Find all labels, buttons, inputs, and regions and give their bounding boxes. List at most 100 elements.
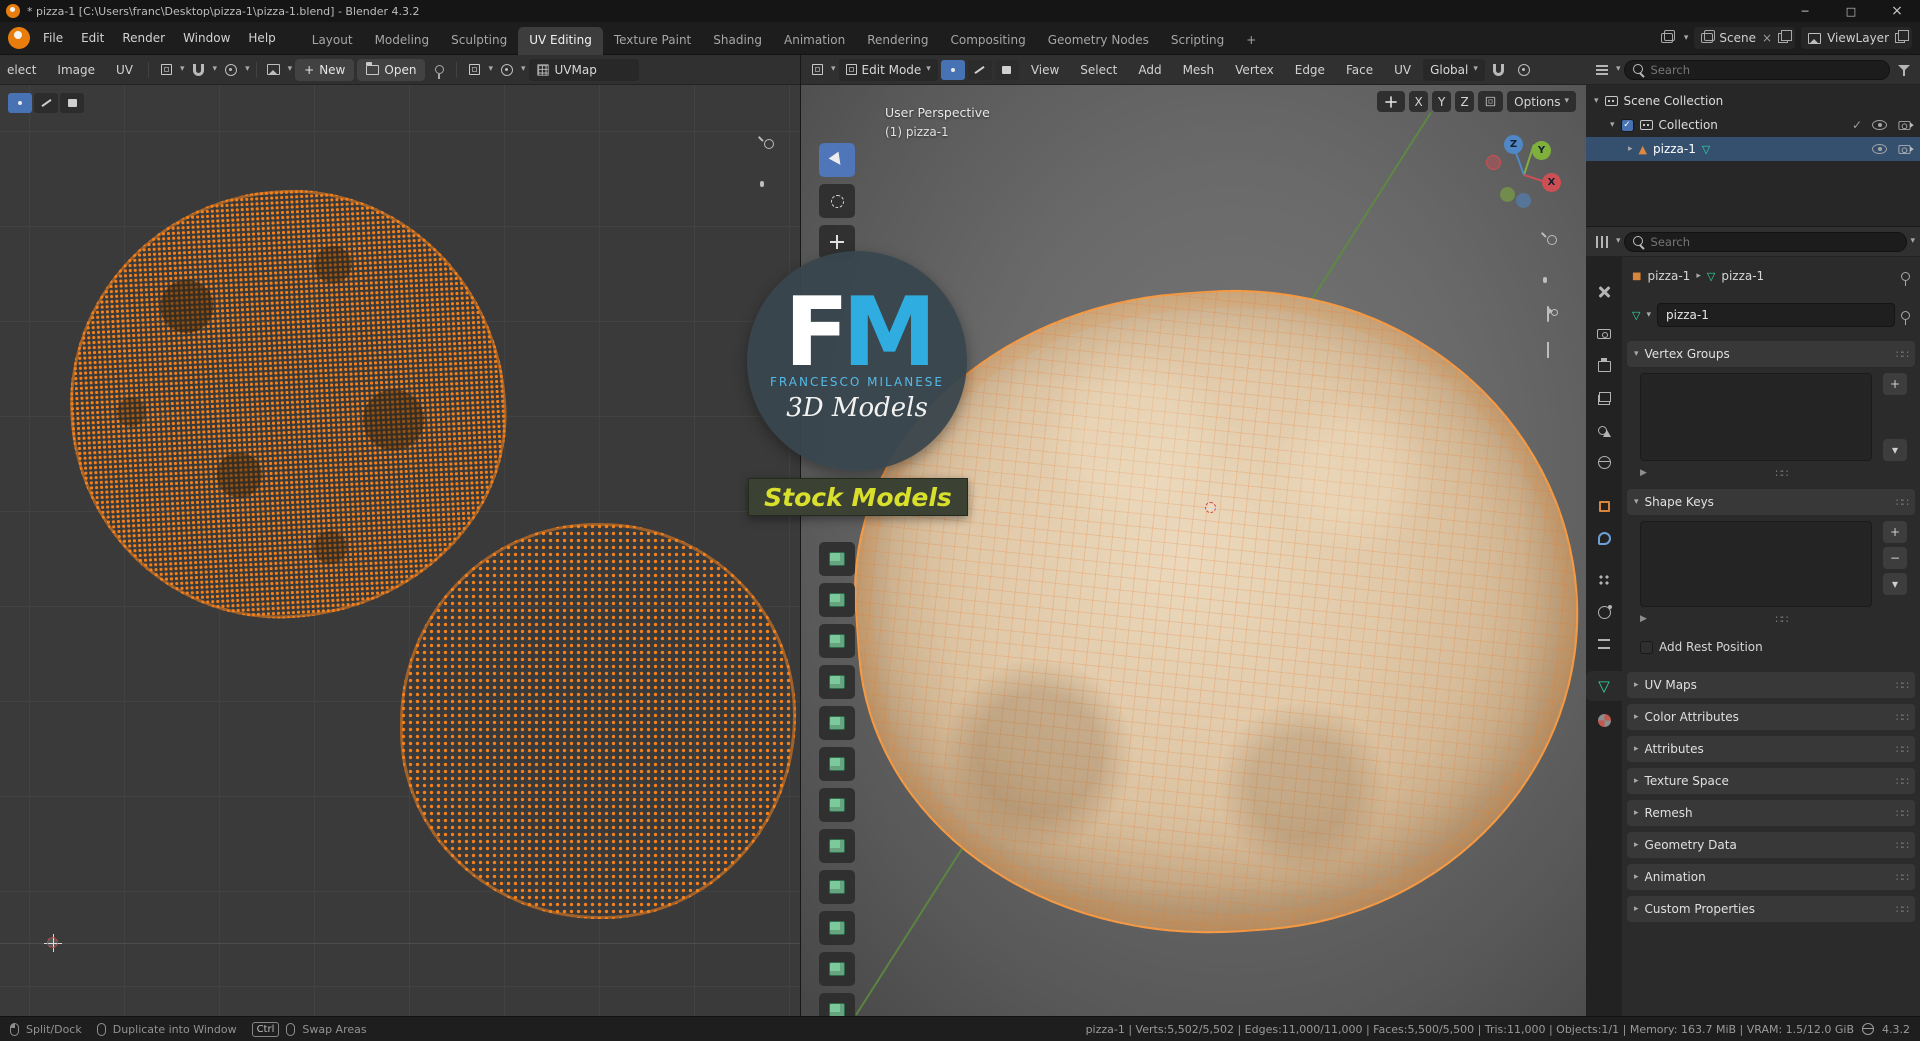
tab-world-icon[interactable] [1586,447,1622,477]
gizmo-z-axis[interactable]: Z [1504,135,1523,154]
tool-smooth[interactable] [819,870,855,904]
tab-constraints-icon[interactable] [1586,629,1622,659]
axis-x-toggle[interactable]: X [1409,91,1429,112]
tool-shrink-fatten[interactable] [819,952,855,986]
tab-material-icon[interactable] [1586,705,1622,735]
workspace-tab-rendering[interactable]: Rendering [856,27,939,55]
uv-menu-image[interactable]: Image [48,58,104,82]
face-select-mode-button[interactable] [994,59,1019,80]
uv-island-base[interactable] [400,523,796,919]
hide-eye-icon[interactable] [1872,144,1887,154]
expand-icon[interactable]: ▸ [1634,712,1639,722]
properties-filter-chevron-icon[interactable]: ▾ [1910,237,1915,246]
uv-display-chevron-icon[interactable]: ▾ [521,65,526,74]
gizmo-y-axis[interactable]: Y [1532,141,1551,160]
uv-menu-uv[interactable]: UV [107,58,142,82]
add-rest-position-checkbox[interactable] [1640,640,1653,654]
axis-z-toggle[interactable]: Z [1455,91,1475,112]
mode-selector[interactable]: Edit Mode ▾ [838,58,938,81]
panel-drag-handle-icon[interactable]: ∷∷ [1896,807,1909,820]
uv-snap-chevron-icon[interactable]: ▾ [213,65,218,74]
uv-pivot-icon[interactable] [155,59,177,81]
new-image-button[interactable]: + New [295,58,355,81]
menu-edit[interactable]: Edit [72,26,113,50]
v p-menu-mesh[interactable]: Mesh [1174,58,1224,82]
breadcrumb-object[interactable]: pizza-1 [1647,269,1690,283]
outliner-row-pizza-object[interactable]: ▸ ▲ pizza-1 ▽ [1586,137,1920,161]
tab-scene-icon[interactable] [1586,415,1622,445]
outliner-filter-icon[interactable] [1893,59,1915,81]
workspace-tab-modeling[interactable]: Modeling [364,27,441,55]
tab-view-layer-icon[interactable] [1586,383,1622,413]
minimize-button[interactable]: ─ [1782,0,1828,22]
collection-checkbox[interactable]: ✓ [1620,118,1634,132]
uv-2d-cursor[interactable] [44,934,62,952]
mirror-icon[interactable] [1478,91,1504,112]
vertex-groups-panel-header[interactable]: ▾ Vertex Groups ∷∷ [1627,341,1915,367]
uv-snap-magnet-icon[interactable] [188,59,210,81]
uv-maps-panel[interactable]: ▸ UV Maps ∷∷ [1627,672,1915,698]
workspace-tab-compositing[interactable]: Compositing [939,27,1036,55]
list-filter-toggle-icon[interactable]: ▶ [1640,468,1647,478]
uv-menu-select[interactable]: elect [5,58,45,82]
expand-icon[interactable]: ▾ [1594,96,1599,106]
properties-search[interactable] [1623,231,1908,252]
panel-drag-handle-icon[interactable]: ∷∷ [1896,775,1909,788]
vertex-group-specials-button[interactable]: ▾ [1883,439,1907,461]
texture-space-panel[interactable]: ▸ Texture Space ∷∷ [1627,768,1915,794]
outliner-search[interactable] [1623,59,1890,80]
tool-inset-faces[interactable] [819,624,855,658]
add-shape-key-button[interactable]: + [1883,521,1907,543]
hide-eye-icon[interactable] [1872,120,1887,130]
tool-edge-slide[interactable] [819,911,855,945]
maximize-button[interactable]: □ [1828,0,1874,22]
list-filter-toggle-icon[interactable]: ▶ [1640,614,1647,624]
uv-pin-image-icon[interactable] [428,59,450,81]
outliner-search-input[interactable] [1650,62,1881,77]
snap-target-icon[interactable] [1377,91,1406,112]
3d-cursor[interactable] [1202,499,1220,517]
outliner-row-collection[interactable]: ▾ ✓ Collection ✓ [1586,113,1920,137]
open-image-button[interactable]: Open [357,58,426,81]
blender-menu-icon[interactable] [8,27,30,49]
uvmap-selector[interactable]: UVMap [528,58,639,81]
vp-menu-edge[interactable]: Edge [1286,58,1334,82]
gizmo-z-negative[interactable] [1516,193,1531,208]
viewport-canvas[interactable]: User Perspective (1) pizza-1 X Y Z Optio… [801,85,1586,1016]
workspace-tab-uv-editing[interactable]: UV Editing [518,26,603,55]
uv-canvas[interactable] [0,85,800,1016]
panel-drag-handle-icon[interactable]: ∷∷ [1896,903,1909,916]
tab-modifiers-icon[interactable] [1586,523,1622,553]
shape-key-specials-button[interactable]: ▾ [1883,573,1907,595]
expand-icon[interactable]: ▸ [1634,904,1639,914]
panel-drag-handle-icon[interactable]: ∷∷ [1896,711,1909,724]
vp-snap-magnet-icon[interactable] [1488,59,1510,81]
navigation-gizmo[interactable]: Z Y X [1476,127,1572,223]
edge-select-mode-button[interactable] [967,59,992,80]
tool-shear[interactable] [819,993,855,1016]
outliner-row-scene-collection[interactable]: ▾ Scene Collection [1586,89,1920,113]
datablock-name-field[interactable]: pizza-1 [1657,303,1895,327]
menu-window[interactable]: Window [174,26,239,50]
scene-selector[interactable]: Scene × [1694,27,1796,49]
attributes-panel[interactable]: ▸ Attributes ∷∷ [1627,736,1915,762]
workspace-tab-texture-paint[interactable]: Texture Paint [603,27,702,55]
exclude-check-icon[interactable]: ✓ [1852,118,1862,132]
scene-new-icon[interactable] [1778,30,1793,43]
menu-render[interactable]: Render [113,26,174,50]
vp-menu-vertex[interactable]: Vertex [1226,58,1283,82]
pin-id-icon[interactable] [1901,271,1910,286]
workspace-tab-animation[interactable]: Animation [773,27,856,55]
uv-island-crust[interactable] [59,178,517,630]
scene-browse-chevron-icon[interactable]: ▾ [1684,33,1689,43]
vertex-groups-list[interactable] [1640,373,1872,461]
axis-y-toggle[interactable]: Y [1432,91,1452,112]
workspace-tab-scripting[interactable]: Scripting [1160,27,1235,55]
panel-drag-handle-icon[interactable]: ∷∷ [1896,871,1909,884]
expand-icon[interactable]: ▸ [1634,840,1639,850]
collapse-icon[interactable]: ▾ [1634,497,1639,507]
viewlayer-new-icon[interactable] [1895,30,1909,43]
workspace-tab-geometry-nodes[interactable]: Geometry Nodes [1037,27,1160,55]
expand-icon[interactable]: ▾ [1610,120,1615,130]
close-button[interactable]: × [1874,0,1920,22]
